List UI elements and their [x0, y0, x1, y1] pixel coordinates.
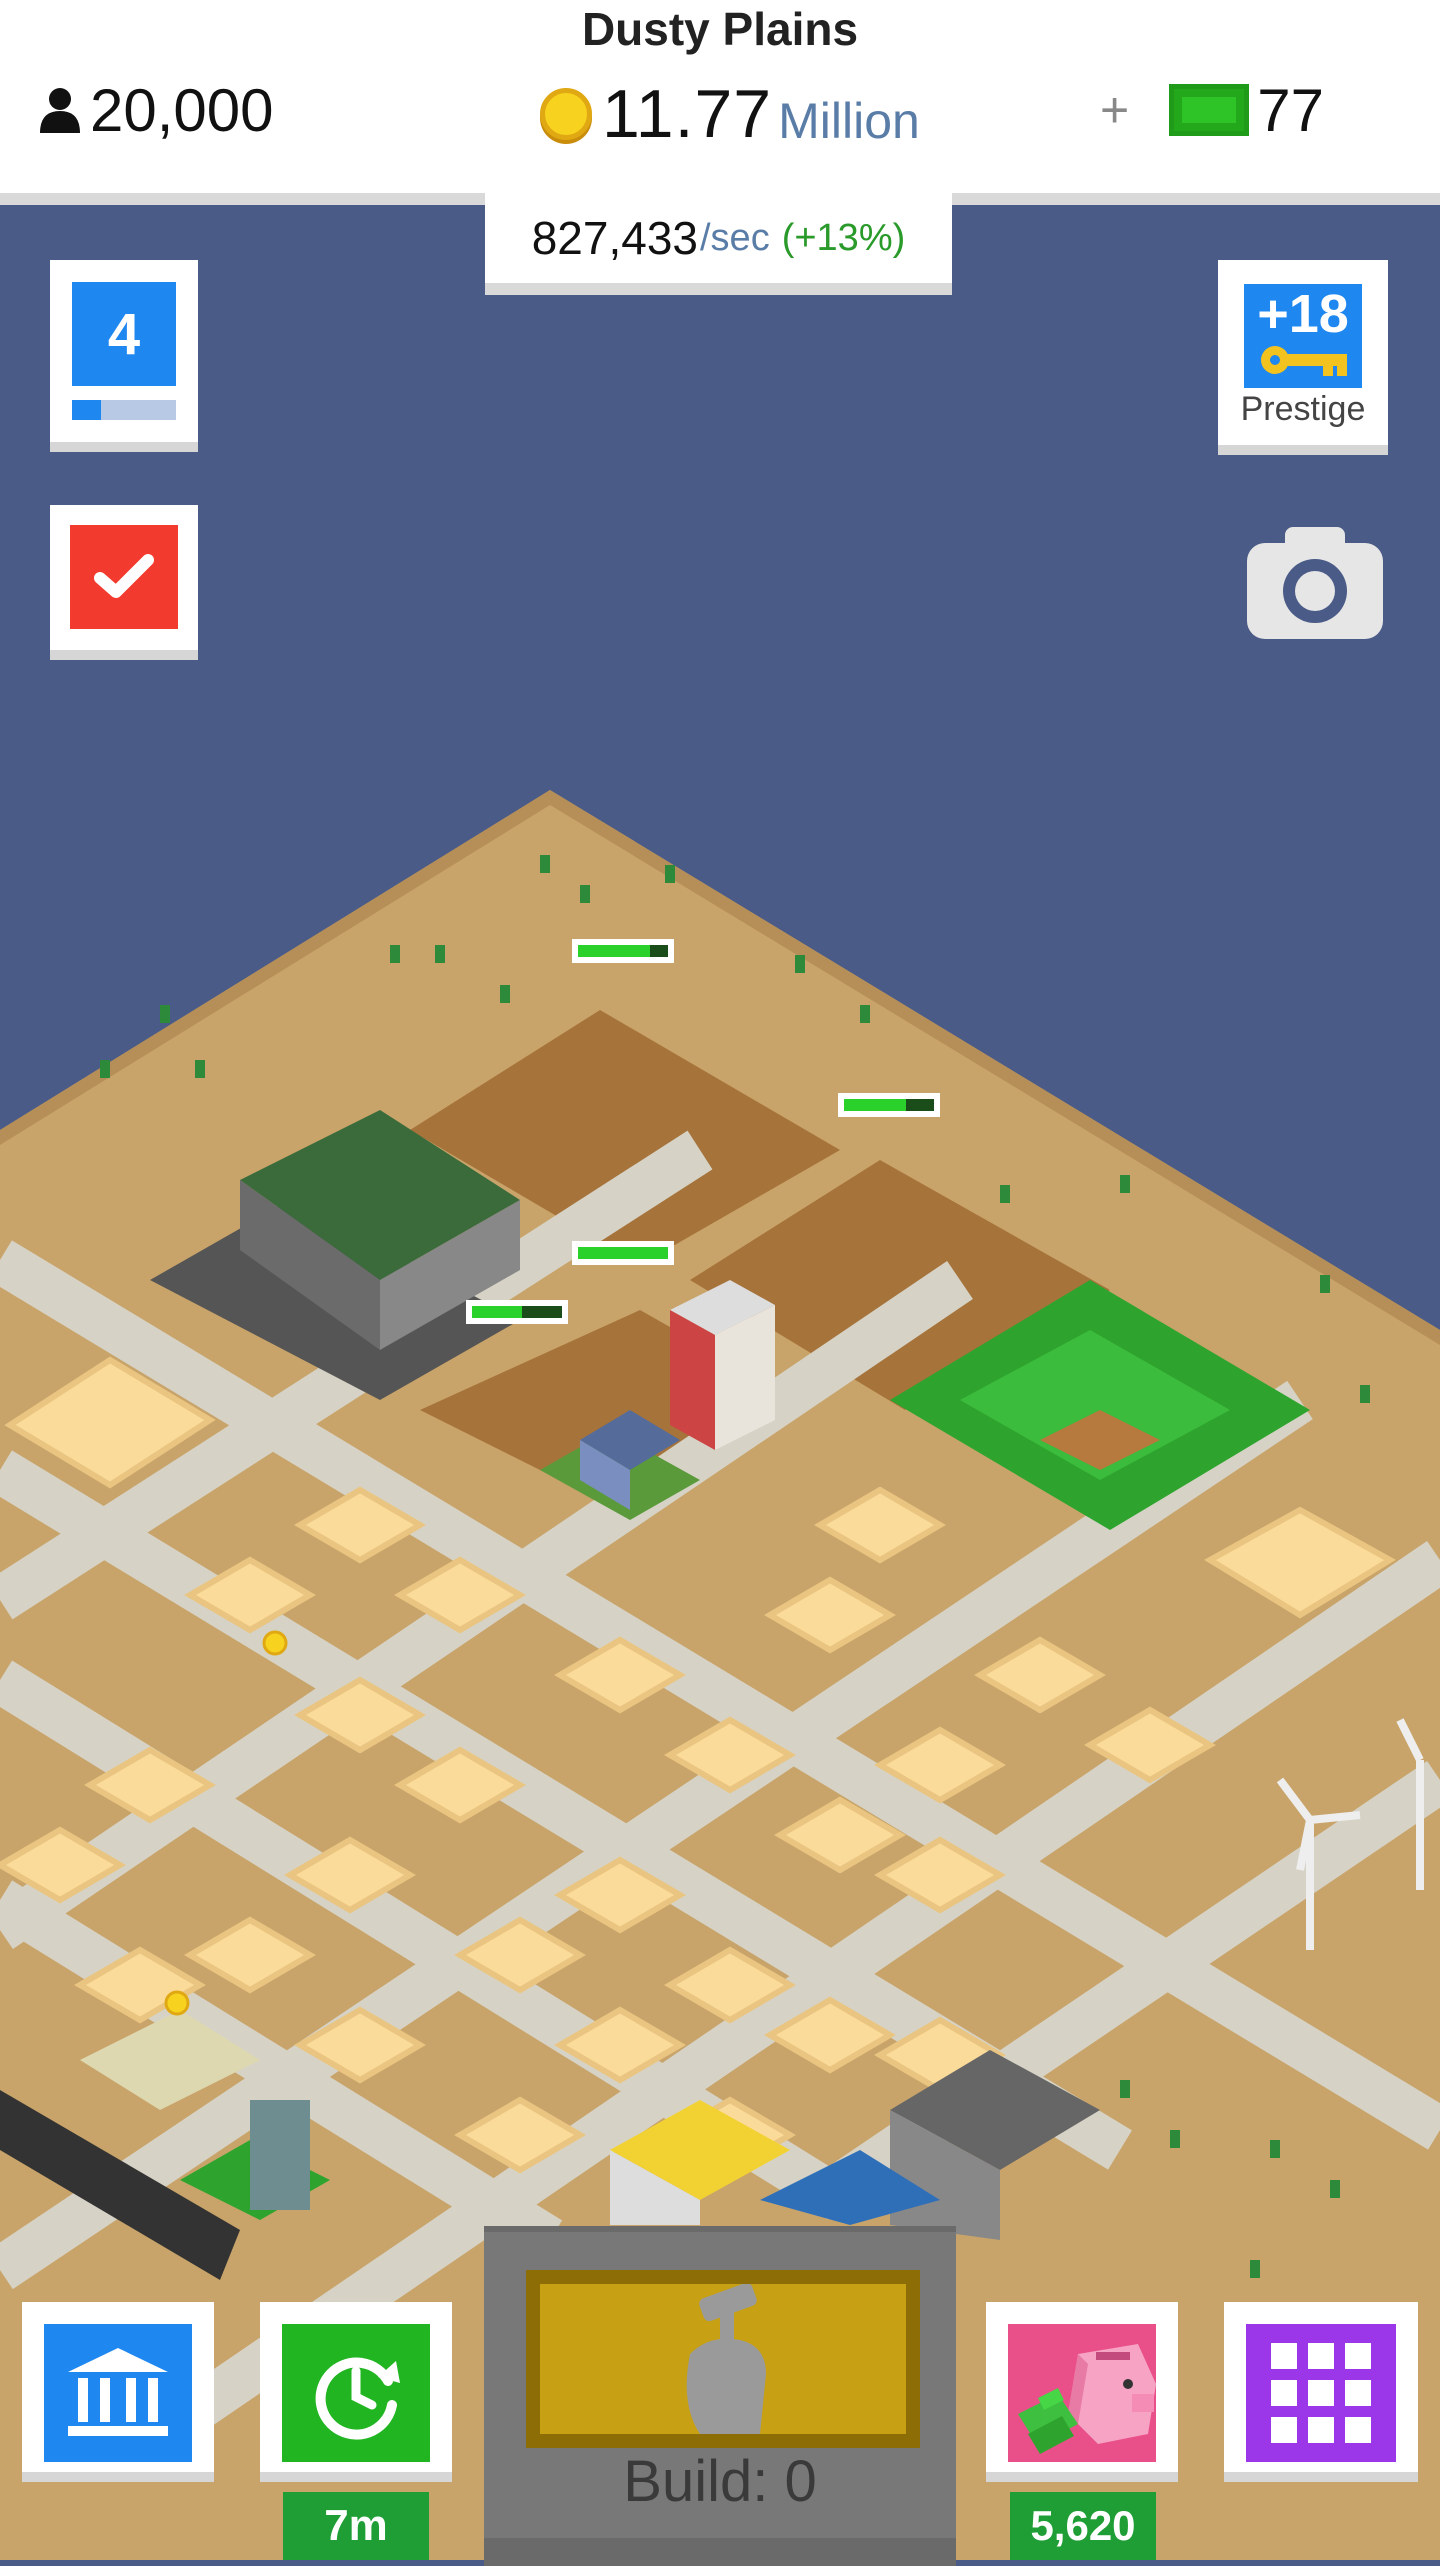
gem-counter[interactable]: + 77 [1100, 70, 1324, 150]
population-counter[interactable]: 20,000 [38, 70, 274, 150]
build-panel[interactable]: Build: 0 [484, 2226, 956, 2566]
progress-bar [466, 1300, 568, 1324]
income-rate-unit: /sec [700, 216, 770, 259]
menu-icon-box [1246, 2324, 1396, 2462]
level-progress-bar [72, 400, 176, 420]
buy-gems-button[interactable]: + [1100, 81, 1129, 139]
coin-pickup [164, 1990, 190, 2016]
prestige-label: Prestige [1240, 390, 1366, 428]
progress-bar [572, 939, 674, 963]
bank-icon [68, 2348, 168, 2436]
person-icon [40, 88, 80, 133]
bank-button[interactable] [22, 2302, 214, 2482]
piggy-icon-box [1008, 2324, 1156, 2462]
progress-bar [838, 1093, 940, 1117]
level-number: 4 [72, 282, 176, 386]
camera-button[interactable] [1247, 527, 1383, 639]
income-rate-value: 827,433 [531, 212, 698, 264]
income-rate-bonus: (+13%) [781, 216, 906, 259]
green-bill-icon [1169, 84, 1250, 136]
population-value: 20,000 [90, 76, 274, 144]
top-bar: Dusty Plains 20,000 11.77 Million + 77 [0, 0, 1440, 205]
hammer-hand-icon [686, 2284, 766, 2434]
build-label: Build: 0 [623, 2449, 817, 2514]
piggy-bank-value: 5,620 [1010, 2492, 1156, 2560]
boost-timer: 7m [283, 2492, 429, 2560]
apartment-tower [670, 1280, 775, 1450]
bank-icon-box [44, 2324, 192, 2462]
coin-icon [540, 88, 592, 140]
build-panel-base [484, 2538, 956, 2566]
prestige-keys-box: +18 [1244, 284, 1362, 388]
tasks-button[interactable] [50, 505, 198, 660]
clock-refresh-icon [315, 2357, 400, 2440]
city-name: Dusty Plains [581, 3, 859, 55]
menu-button[interactable] [1224, 2302, 1418, 2482]
income-rate-tab[interactable]: 827,433 /sec (+13%) [485, 193, 952, 295]
checkmark-icon [94, 554, 154, 598]
money-unit: Million [778, 93, 920, 149]
piggy-bank-icon [1018, 2344, 1156, 2454]
prestige-button[interactable]: +18 Prestige [1218, 260, 1388, 455]
gem-value: 77 [1257, 76, 1324, 144]
level-progress-fill [72, 400, 102, 420]
camera-icon [1247, 527, 1383, 639]
build-icon-box [526, 2270, 920, 2448]
key-icon [1261, 346, 1347, 376]
tasks-icon-box [70, 525, 178, 629]
progress-bar [572, 1241, 674, 1265]
piggy-bank-button[interactable] [986, 2302, 1178, 2482]
coin-pickup [262, 1630, 288, 1656]
level-button[interactable]: 4 [50, 260, 198, 452]
boost-button[interactable] [260, 2302, 452, 2482]
grid-icon [1271, 2343, 1371, 2443]
money-counter: 11.77 Million [540, 74, 920, 154]
money-value: 11.77 [602, 76, 773, 152]
boost-icon-box [282, 2324, 430, 2462]
prestige-keys-value: +18 [1257, 284, 1349, 344]
